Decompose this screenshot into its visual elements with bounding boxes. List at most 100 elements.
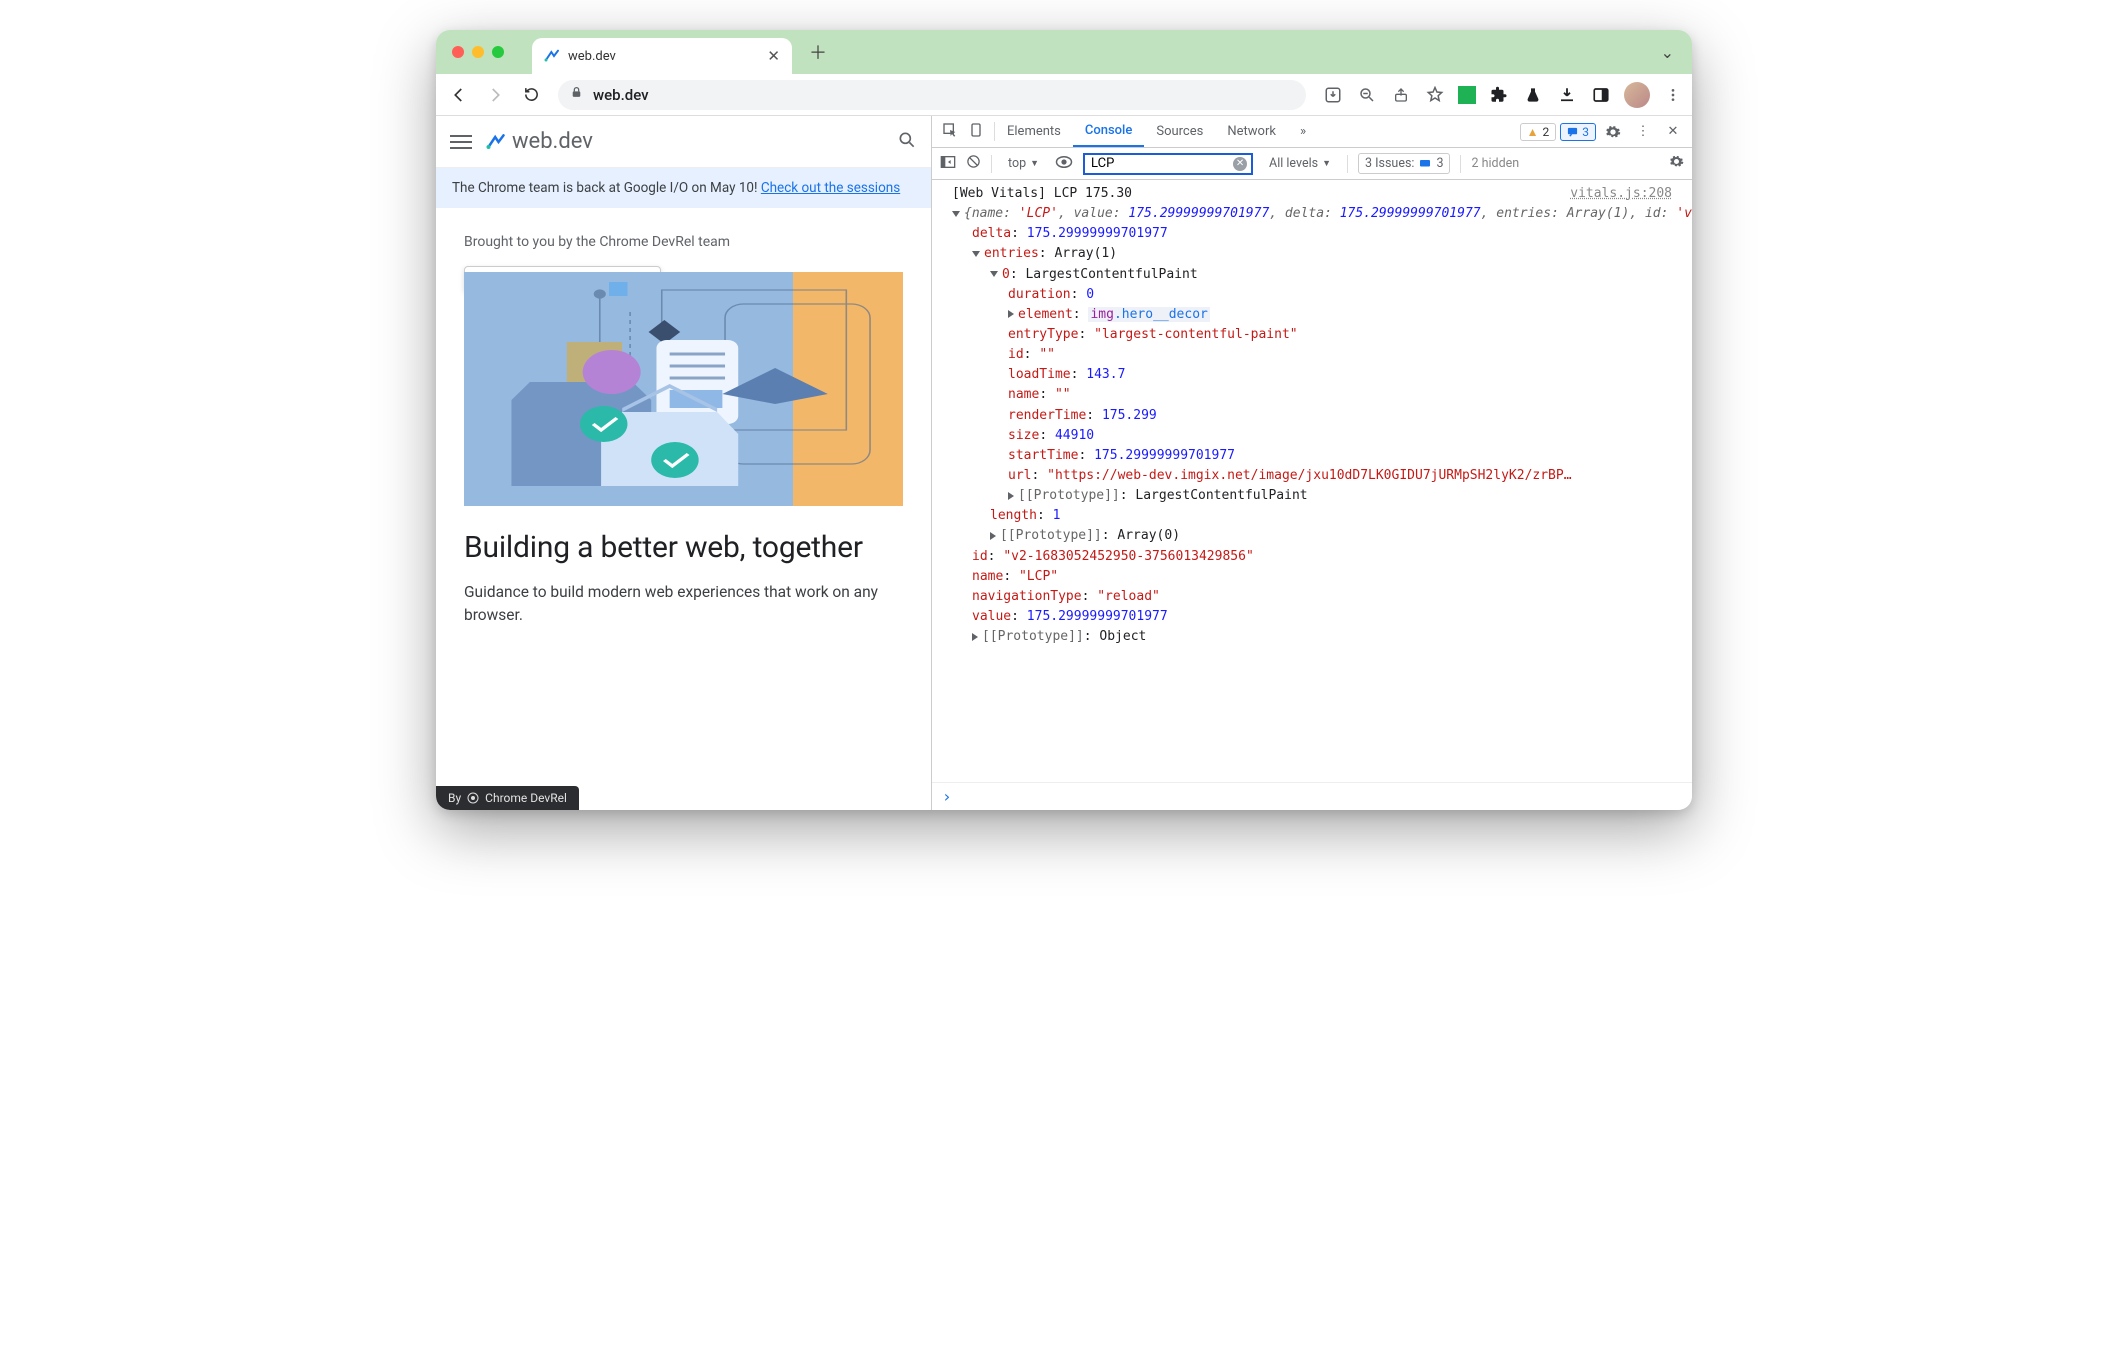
eyebrow-text: Brought to you by the Chrome DevRel team [464, 234, 903, 250]
url-text: web.dev [593, 86, 649, 104]
toolbar: web.dev [436, 74, 1692, 116]
tab-sources[interactable]: Sources [1144, 116, 1215, 147]
prop-starttime: startTime: 175.29999999701977 [932, 446, 1692, 466]
messages-badge[interactable]: 3 [1560, 123, 1596, 141]
clear-console-icon[interactable] [966, 154, 981, 173]
sidebar-toggle-icon[interactable] [940, 155, 956, 173]
prop-navigationtype: navigationType: "reload" [932, 587, 1692, 607]
warnings-badge[interactable]: ▲2 [1520, 123, 1557, 141]
close-devtools-button[interactable]: ✕ [1660, 119, 1686, 145]
byline-text: By [448, 791, 461, 805]
tabs-overflow[interactable]: » [1288, 116, 1318, 147]
console-output[interactable]: vitals.js:208 [Web Vitals] LCP 175.30 {na… [932, 180, 1692, 782]
hero-image [464, 272, 903, 506]
page-paragraph: Guidance to build modern web experiences… [464, 581, 903, 628]
prop-entrytype: entryType: "largest-contentful-paint" [932, 325, 1692, 345]
context-selector[interactable]: top ▼ [1002, 154, 1045, 173]
filter-value: LCP [1091, 156, 1114, 171]
address-bar[interactable]: web.dev [558, 80, 1306, 110]
hidden-count[interactable]: 2 hidden [1471, 156, 1519, 171]
toolbar-actions [1322, 82, 1684, 108]
prop-url: url: "https://web-dev.imgix.net/image/jx… [932, 466, 1692, 486]
browser-tab[interactable]: web.dev ✕ [532, 38, 792, 74]
prop-loadtime: loadTime: 143.7 [932, 365, 1692, 385]
filter-input[interactable]: LCP ✕ [1083, 153, 1253, 175]
extensions-icon[interactable] [1488, 84, 1510, 106]
new-tab-button[interactable]: ＋ [804, 38, 832, 66]
entry-0[interactable]: 0: LargestContentfulPaint [932, 265, 1692, 285]
window-controls [452, 46, 504, 58]
byline-badge: By Chrome DevRel [436, 786, 579, 810]
prop-prototype-1[interactable]: [[Prototype]]: Array(0) [932, 526, 1692, 546]
menu-icon[interactable] [1662, 84, 1684, 106]
site-brand[interactable]: web.dev [486, 129, 593, 154]
console-prompt[interactable]: › [932, 782, 1692, 810]
brand-text: web.dev [512, 129, 593, 154]
prop-duration: duration: 0 [932, 285, 1692, 305]
profile-avatar[interactable] [1624, 82, 1650, 108]
settings-icon[interactable] [1600, 119, 1626, 145]
search-button[interactable] [897, 130, 917, 154]
prop-rendertime: renderTime: 175.299 [932, 406, 1692, 426]
close-window-button[interactable] [452, 46, 464, 58]
live-expression-icon[interactable] [1055, 155, 1073, 173]
prop-prototype-0[interactable]: [[Prototype]]: LargestContentfulPaint [932, 486, 1692, 506]
extension-green-icon[interactable] [1458, 86, 1476, 104]
log-levels-selector[interactable]: All levels ▼ [1263, 154, 1337, 173]
issues-pill[interactable]: 3 Issues: 3 [1358, 153, 1450, 174]
favicon-icon [544, 48, 560, 64]
log-object-summary[interactable]: {name: 'LCP', value: 175.29999999701977,… [932, 204, 1692, 224]
tab-overflow-button[interactable]: ⌄ [1661, 43, 1674, 62]
clear-filter-icon[interactable]: ✕ [1233, 157, 1247, 171]
back-button[interactable] [444, 80, 474, 110]
announcement-banner: The Chrome team is back at Google I/O on… [436, 168, 931, 208]
page-heading: Building a better web, together [464, 530, 903, 565]
chrome-icon [467, 792, 479, 804]
banner-text: The Chrome team is back at Google I/O on… [452, 180, 761, 196]
webpage: web.dev The Chrome team is back at Googl… [436, 116, 932, 810]
close-tab-button[interactable]: ✕ [767, 47, 780, 65]
tab-console[interactable]: Console [1073, 116, 1144, 147]
tab-elements[interactable]: Elements [995, 116, 1073, 147]
prop-name: name: "" [932, 385, 1692, 405]
maximize-window-button[interactable] [492, 46, 504, 58]
share-icon[interactable] [1390, 84, 1412, 106]
tab-network[interactable]: Network [1215, 116, 1288, 147]
content-area: web.dev The Chrome team is back at Googl… [436, 116, 1692, 810]
prop-entries[interactable]: entries: Array(1) [932, 244, 1692, 264]
forward-button[interactable] [480, 80, 510, 110]
prop-prototype-2[interactable]: [[Prototype]]: Object [932, 627, 1692, 647]
brand-icon [486, 132, 506, 152]
prop-root-value: value: 175.29999999701977 [932, 607, 1692, 627]
bookmark-icon[interactable] [1424, 84, 1446, 106]
reload-button[interactable] [516, 80, 546, 110]
zoom-icon[interactable] [1356, 84, 1378, 106]
menu-button[interactable] [450, 131, 472, 153]
install-icon[interactable] [1322, 84, 1344, 106]
banner-link[interactable]: Check out the sessions [761, 180, 900, 196]
inspect-icon[interactable] [942, 122, 958, 142]
devtools-tabs: Elements Console Sources Network » ▲2 3 … [932, 116, 1692, 148]
prop-root-id: id: "v2-1683052452950-3756013429856" [932, 547, 1692, 567]
prop-element[interactable]: element: img.hero__decor [932, 305, 1692, 325]
site-header: web.dev [436, 116, 931, 168]
page-body: Brought to you by the Chrome DevRel team… [436, 208, 931, 643]
browser-window: web.dev ✕ ＋ ⌄ web.dev [436, 30, 1692, 810]
prop-size: size: 44910 [932, 426, 1692, 446]
minimize-window-button[interactable] [472, 46, 484, 58]
byline-name: Chrome DevRel [485, 791, 567, 805]
device-icon[interactable] [968, 122, 984, 142]
labs-icon[interactable] [1522, 84, 1544, 106]
devtools-panel: Elements Console Sources Network » ▲2 3 … [932, 116, 1692, 810]
log-header: [Web Vitals] LCP 175.30 [952, 186, 1132, 201]
downloads-icon[interactable] [1556, 84, 1578, 106]
console-settings-icon[interactable] [1669, 154, 1684, 173]
prop-length: length: 1 [932, 506, 1692, 526]
log-source-link[interactable]: vitals.js:208 [1570, 184, 1682, 204]
prop-root-name: name: "LCP" [932, 567, 1692, 587]
console-toolbar: top ▼ LCP ✕ All levels ▼ 3 Issues: 3 2 h… [932, 148, 1692, 180]
sidepanel-icon[interactable] [1590, 84, 1612, 106]
lock-icon [570, 86, 583, 103]
devtools-menu-icon[interactable]: ⋮ [1630, 119, 1656, 145]
prop-id: id: "" [932, 345, 1692, 365]
